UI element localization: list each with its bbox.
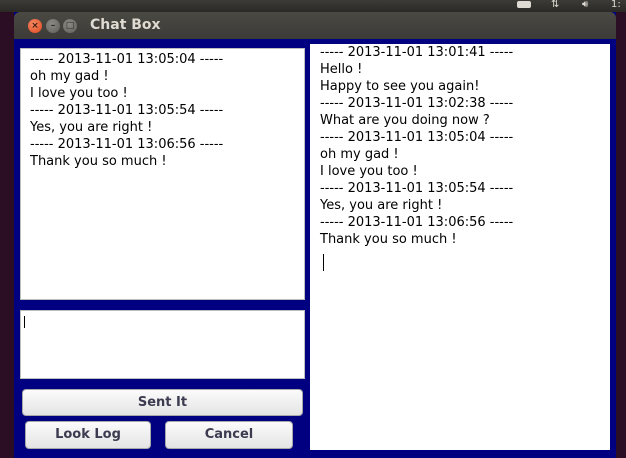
chat-box-window: × – □ Chat Box ----- 2013-11-01 13:05:04… <box>14 12 616 458</box>
look-log-button[interactable]: Look Log <box>25 421 151 449</box>
chat-log-line: ----- 2013-11-01 13:06:56 ----- <box>320 215 514 230</box>
chat-log-line: ----- 2013-11-01 13:05:04 ----- <box>320 130 514 145</box>
message-input[interactable] <box>20 310 305 379</box>
text-cursor <box>24 316 25 328</box>
minimize-window-button[interactable]: – <box>46 19 60 33</box>
received-message-line: ----- 2013-11-01 13:05:04 ----- <box>30 52 224 67</box>
chat-log-line: ----- 2013-11-01 13:01:41 ----- <box>320 45 514 60</box>
chat-log-line: Thank you so much ! <box>320 232 457 247</box>
received-message-line: I love you too ! <box>30 86 128 101</box>
maximize-window-button[interactable]: □ <box>63 19 77 33</box>
received-message-line: ----- 2013-11-01 13:06:56 ----- <box>30 137 224 152</box>
window-title: Chat Box <box>90 17 161 33</box>
received-message-line: Thank you so much ! <box>30 154 167 169</box>
network-arrows-icon[interactable]: ⇅ <box>551 0 559 10</box>
sent-it-button[interactable]: Sent It <box>22 389 303 416</box>
volume-icon[interactable]: 🔊︎ <box>582 0 588 10</box>
chat-log-line: Hello ! <box>320 62 363 77</box>
chat-log-line: ----- 2013-11-01 13:02:38 ----- <box>320 96 514 111</box>
text-cursor <box>323 254 324 271</box>
chat-log-line: I love you too ! <box>320 164 418 179</box>
received-message-line: oh my gad ! <box>30 69 109 84</box>
cancel-button[interactable]: Cancel <box>165 421 293 449</box>
received-message-line: ----- 2013-11-01 13:05:54 ----- <box>30 103 224 118</box>
system-top-panel: ⇅ 🔊︎ 1: <box>0 0 626 12</box>
chat-log-line: What are you doing now ? <box>320 113 490 128</box>
chat-log-line: Happy to see you again! <box>320 79 480 94</box>
close-window-button[interactable]: × <box>28 19 42 33</box>
chat-log-line: Yes, you are right ! <box>320 198 443 213</box>
received-message-line: Yes, you are right ! <box>30 120 153 135</box>
clock[interactable]: 1: <box>611 0 621 10</box>
chat-log-area[interactable]: ----- 2013-11-01 13:01:41 ----- Hello ! Ha… <box>310 44 610 450</box>
chat-log-line: oh my gad ! <box>320 147 399 162</box>
chat-log-line: ----- 2013-11-01 13:05:54 ----- <box>320 181 514 196</box>
mail-icon[interactable] <box>517 1 531 8</box>
received-messages-area[interactable]: ----- 2013-11-01 13:05:04 ----- oh my gad… <box>20 48 305 300</box>
title-bar[interactable]: × – □ Chat Box <box>14 12 616 39</box>
